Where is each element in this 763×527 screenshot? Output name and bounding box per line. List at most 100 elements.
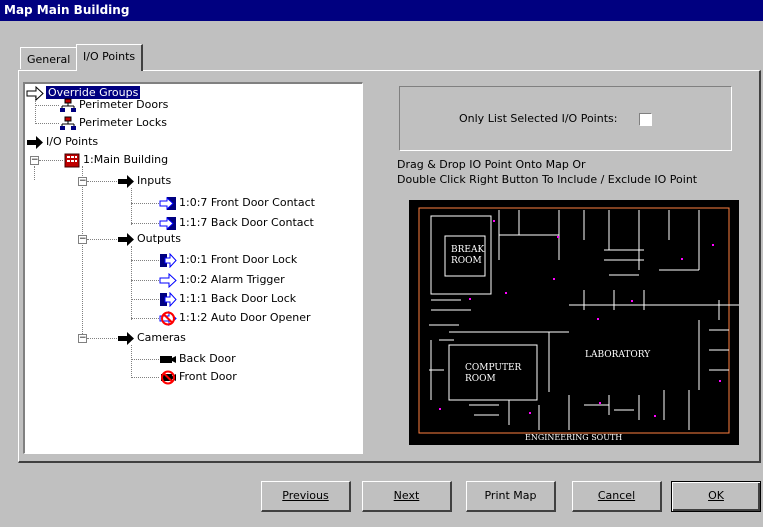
expand-toggle-outputs[interactable]: − — [78, 235, 87, 244]
output-point-icon — [160, 291, 177, 307]
output-point-icon — [159, 272, 177, 288]
arrow-icon — [118, 174, 134, 188]
tree-line — [131, 345, 132, 378]
tree-line — [131, 246, 132, 320]
map-label-break-2: ROOM — [451, 256, 482, 266]
tree-item-perimeter-locks[interactable]: Perimeter Locks — [59, 114, 167, 132]
io-tree[interactable]: − − − − Override Groups Perimeter Doors … — [23, 82, 363, 454]
tree-line — [35, 105, 59, 106]
tree-line — [39, 160, 63, 161]
tree-line — [131, 299, 159, 300]
floor-plan-map[interactable]: BREAK ROOM COMPUTER ROOM LABORATORY ENGI… — [409, 200, 739, 445]
tab-general-label: General — [27, 53, 71, 66]
instruction-line-1: Drag & Drop IO Point Onto Map Or — [397, 158, 586, 171]
tree-line — [35, 123, 59, 124]
map-label-computer-1: COMPUTER — [465, 363, 522, 373]
tree-line — [87, 239, 117, 240]
tree-item-label: Perimeter Locks — [79, 116, 167, 129]
expand-toggle-cameras[interactable]: − — [78, 334, 87, 343]
ok-button[interactable]: OK — [671, 481, 761, 512]
arrow-icon — [26, 85, 44, 101]
next-button-label: Next — [393, 489, 420, 502]
tree-item-label: Outputs — [137, 232, 181, 245]
next-button[interactable]: Next — [362, 481, 452, 512]
excluded-camera-icon — [161, 370, 176, 384]
cancel-button-label: Cancel — [597, 489, 636, 502]
arrow-icon — [27, 135, 43, 149]
floor-plan-drawing: BREAK ROOM COMPUTER ROOM LABORATORY ENGI… — [418, 207, 739, 442]
building-icon — [64, 153, 80, 167]
tree-item-label: 1:1:1 Back Door Lock — [179, 292, 297, 305]
expand-toggle-main-building[interactable]: − — [30, 156, 39, 165]
tree-line — [87, 338, 117, 339]
previous-button-label: Previous — [282, 489, 329, 502]
tree-item-perimeter-doors[interactable]: Perimeter Doors — [59, 96, 168, 114]
tree-item-label: Cameras — [137, 331, 186, 344]
only-list-selected-label: Only List Selected I/O Points: — [459, 112, 618, 125]
tree-line — [131, 188, 132, 225]
tree-item-label: 1:Main Building — [83, 153, 169, 166]
input-point-icon — [159, 216, 176, 230]
tree-item-back-door-lock[interactable]: 1:1:1 Back Door Lock — [159, 290, 296, 308]
excluded-output-icon — [159, 310, 177, 326]
tree-item-label: 1:0:1 Front Door Lock — [179, 253, 298, 266]
tree-item-back-door-contact[interactable]: 1:1:7 Back Door Contact — [159, 214, 314, 232]
tree-line — [131, 359, 159, 360]
tree-line — [131, 260, 159, 261]
tree-item-front-door-lock[interactable]: 1:0:1 Front Door Lock — [159, 251, 297, 269]
tree-item-outputs[interactable]: Outputs — [117, 230, 181, 248]
cancel-button[interactable]: Cancel — [572, 481, 662, 512]
tree-item-front-door-camera[interactable]: Front Door — [159, 368, 237, 386]
only-list-selected-checkbox[interactable] — [639, 113, 652, 126]
print-map-button[interactable]: Print Map — [466, 481, 556, 512]
tree-line — [131, 377, 159, 378]
tree-item-label: 1:1:7 Back Door Contact — [179, 216, 314, 229]
expand-toggle-inputs[interactable]: − — [78, 177, 87, 186]
tree-item-label: I/O Points — [46, 135, 99, 148]
tree-item-label: 1:0:2 Alarm Trigger — [179, 273, 285, 286]
tree-item-back-door-camera[interactable]: Back Door — [159, 350, 236, 368]
tree-item-io-points[interactable]: I/O Points — [26, 133, 98, 151]
tree-item-alarm-trigger[interactable]: 1:0:2 Alarm Trigger — [159, 271, 285, 289]
print-map-button-label: Print Map — [484, 489, 537, 502]
tree-line — [131, 280, 159, 281]
tree-item-label: Perimeter Doors — [79, 98, 169, 111]
tree-line — [34, 166, 35, 180]
tree-item-label: 1:1:2 Auto Door Opener — [179, 311, 311, 324]
io-points-panel: − − − − Override Groups Perimeter Doors … — [18, 70, 761, 463]
instruction-line-2: Double Click Right Button To Include / E… — [397, 173, 698, 186]
tree-item-main-building[interactable]: 1:Main Building — [63, 151, 168, 169]
previous-button[interactable]: Previous — [261, 481, 351, 512]
map-label-engineering: ENGINEERING SOUTH — [525, 433, 622, 442]
tab-io-points[interactable]: I/O Points — [76, 44, 144, 71]
input-point-icon — [159, 196, 176, 210]
tree-line — [131, 318, 159, 319]
tree-item-label: Inputs — [137, 174, 172, 187]
map-instructions: Drag & Drop IO Point Onto Map Or Double … — [397, 157, 697, 187]
tree-line — [87, 181, 117, 182]
output-point-icon — [160, 252, 177, 268]
tab-general[interactable]: General — [20, 47, 78, 69]
tree-line — [131, 223, 159, 224]
group-icon — [60, 116, 76, 130]
tree-item-front-door-contact[interactable]: 1:0:7 Front Door Contact — [159, 194, 315, 212]
tree-line — [82, 166, 83, 338]
map-label-laboratory: LABORATORY — [585, 350, 651, 360]
ok-button-label: OK — [708, 489, 724, 502]
filter-options-box: Only List Selected I/O Points: — [399, 86, 732, 151]
arrow-icon — [118, 232, 134, 246]
tree-item-auto-door-opener[interactable]: 1:1:2 Auto Door Opener — [159, 309, 311, 327]
map-label-break-1: BREAK — [451, 245, 484, 255]
tree-item-cameras[interactable]: Cameras — [117, 329, 186, 347]
map-label-computer-2: ROOM — [465, 374, 496, 384]
tree-line — [131, 203, 159, 204]
tree-item-label: Back Door — [179, 352, 236, 365]
group-icon — [60, 98, 76, 112]
window-title: Map Main Building — [0, 0, 763, 21]
tab-io-points-label: I/O Points — [83, 50, 136, 63]
tree-item-inputs[interactable]: Inputs — [117, 172, 171, 190]
tree-item-label: Front Door — [179, 370, 237, 383]
arrow-icon — [118, 331, 134, 345]
camera-icon — [160, 355, 176, 363]
tree-item-label: 1:0:7 Front Door Contact — [179, 196, 315, 209]
